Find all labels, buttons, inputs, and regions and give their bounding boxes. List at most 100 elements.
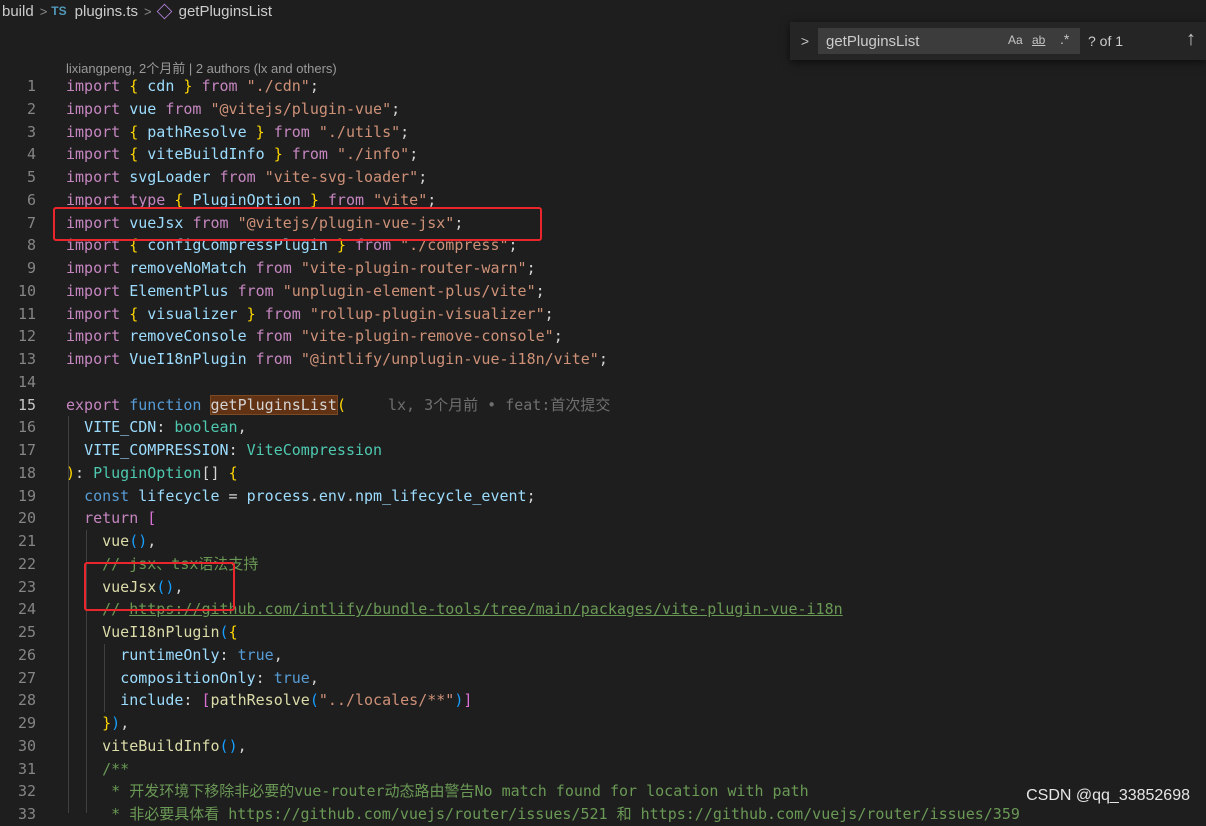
code-token: from [291, 145, 328, 164]
line-number: 16 [17, 418, 36, 437]
code-token: = [219, 486, 247, 505]
code-line[interactable]: 10 import ElementPlus from "unplugin-elem… [0, 280, 1206, 303]
code-token: ; [400, 122, 410, 141]
code-line[interactable]: 11 import { visualizer } from "rollup-plu… [0, 303, 1206, 326]
code-line[interactable]: 4 import { viteBuildInfo } from "./info"; [0, 143, 1206, 166]
code-line[interactable]: 12 import removeConsole from "vite-plugin… [0, 325, 1206, 348]
inline-blame: lx, 3个月前 • feat:首次提交 [387, 395, 611, 414]
code-token: , [120, 714, 130, 732]
code-line[interactable]: 30 viteBuildInfo(), [0, 735, 1206, 758]
code-text: * 开发环境下移除非必要的vue-router动态路由警告No match fo… [66, 780, 809, 803]
line-number: 3 [26, 122, 36, 141]
code-line[interactable]: 2 import vue from "@vitejs/plugin-vue"; [0, 98, 1206, 121]
previous-match-arrow-icon[interactable]: ↑ [1186, 28, 1196, 51]
code-token: : [156, 418, 175, 437]
code-token: from [201, 77, 238, 95]
code-line[interactable]: 26 runtimeOnly: true, [0, 644, 1206, 667]
code-token: viteBuildInfo [147, 145, 265, 164]
line-number: 4 [26, 145, 36, 164]
code-token: lifecycle [138, 486, 220, 505]
code-line[interactable]: 18 ): PluginOption[] { [0, 462, 1206, 485]
code-line[interactable]: 5 import svgLoader from "vite-svg-loader"… [0, 166, 1206, 189]
code-token: ; [409, 145, 419, 164]
code-line[interactable]: 28 include: [pathResolve("../locales/**"… [0, 689, 1206, 712]
code-text: import VueI18nPlugin from "@intlify/unpl… [66, 348, 608, 371]
code-token: [] [201, 463, 229, 482]
code-token: , [237, 418, 247, 437]
breadcrumb-file[interactable]: plugins.ts [73, 3, 140, 20]
find-input[interactable]: getPluginsList Aa ab .* [818, 28, 1080, 54]
code-line[interactable]: 3 import { pathResolve } from "./utils"; [0, 121, 1206, 144]
code-line[interactable]: 16 VITE_CDN: boolean, [0, 416, 1206, 439]
code-token: ) [228, 736, 238, 755]
method-symbol-icon [156, 3, 172, 19]
line-number: 25 [17, 623, 36, 641]
code-token: vue [129, 99, 157, 118]
code-text: ): PluginOption[] { [66, 462, 238, 485]
code-line[interactable]: 31 /** [0, 758, 1206, 781]
code-token: env [318, 486, 346, 505]
code-text: runtimeOnly: true, [66, 644, 283, 667]
code-line[interactable]: 13 import VueI18nPlugin from "@intlify/un… [0, 348, 1206, 371]
code-line[interactable]: 32 * 开发环境下移除非必要的vue-router动态路由警告No match… [0, 780, 1206, 803]
match-whole-word-toggle[interactable]: ab [1032, 33, 1045, 47]
line-number: 12 [17, 327, 36, 346]
code-token: ; [526, 486, 536, 505]
code-token: [ [147, 509, 157, 528]
code-token: svgLoader [129, 168, 211, 186]
code-line[interactable]: 17 VITE_COMPRESSION: ViteCompression [0, 439, 1206, 462]
code-token: * 非必要具体看 https://github.com/vuejs/router… [111, 805, 1020, 823]
code-token: ; [391, 99, 401, 118]
code-token: : [75, 463, 94, 482]
code-line[interactable]: 19 const lifecycle = process.env.npm_lif… [0, 485, 1206, 508]
match-case-toggle[interactable]: Aa [1008, 33, 1023, 47]
code-token: ElementPlus [129, 281, 229, 300]
code-line[interactable]: 33 * 非必要具体看 https://github.com/vuejs/rou… [0, 803, 1206, 826]
code-line[interactable]: 21 vue(), [0, 530, 1206, 553]
code-line[interactable]: 29 }), [0, 712, 1206, 735]
code-text: import svgLoader from "vite-svg-loader"; [66, 166, 427, 189]
toggle-replace-chevron-icon[interactable]: > [794, 33, 816, 49]
line-number: 18 [17, 463, 36, 482]
line-number: 9 [26, 259, 36, 277]
breadcrumb-folder[interactable]: build [0, 3, 36, 20]
regex-toggle[interactable]: .* [1060, 31, 1069, 47]
code-line[interactable]: 25 VueI18nPlugin({ [0, 621, 1206, 644]
code-token: return [84, 509, 139, 528]
line-number: 13 [17, 350, 36, 368]
code-token: : [255, 668, 274, 687]
code-token: /** [102, 759, 130, 778]
code-token: } [102, 714, 112, 732]
code-token: : [219, 645, 238, 664]
code-token: compositionOnly [120, 668, 256, 687]
code-line[interactable]: 1 import { cdn } from "./cdn"; [0, 75, 1206, 98]
code-line[interactable]: 15 export function getPluginsList(lx, 3个月… [0, 394, 1206, 417]
code-line[interactable]: 9 import removeNoMatch from "vite-plugin-… [0, 257, 1206, 280]
code-line[interactable]: 14 [0, 371, 1206, 394]
code-token: viteBuildInfo [102, 736, 220, 755]
code-editor[interactable]: 1 import { cdn } from "./cdn"; 2 import vue… [0, 75, 1206, 826]
line-number: 26 [17, 645, 36, 664]
breadcrumb-symbol[interactable]: getPluginsList [177, 3, 274, 20]
code-line[interactable]: 27 compositionOnly: true, [0, 667, 1206, 690]
code-line[interactable]: 20 return [ [0, 507, 1206, 530]
code-text: * 非必要具体看 https://github.com/vuejs/router… [66, 803, 1020, 826]
